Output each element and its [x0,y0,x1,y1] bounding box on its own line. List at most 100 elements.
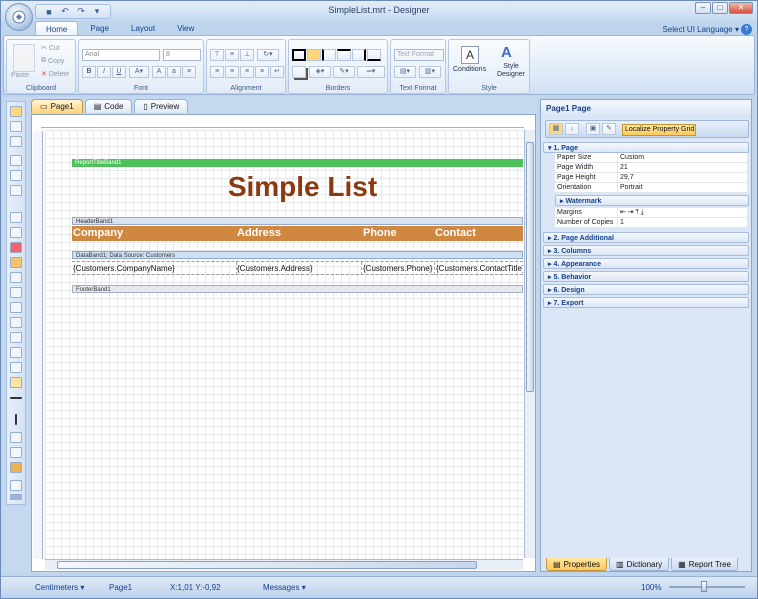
category-design[interactable]: ▸ 6. Design [543,284,749,295]
conditions-icon[interactable]: A [461,46,479,64]
shrink-font-button[interactable]: a [167,66,181,78]
image-tool-icon[interactable] [10,242,22,253]
horizontal-line-tool-icon[interactable] [10,397,22,399]
prop-page-height[interactable]: Page Height 29,7 [555,173,747,183]
clone-tool-icon[interactable] [10,362,22,373]
rotate-button[interactable]: ↻▾ [257,49,279,61]
shadow-button[interactable] [292,66,306,78]
subcategory-watermark[interactable]: ▸ Watermark [555,195,749,206]
zipcode-tool-icon[interactable] [10,317,22,328]
category-export[interactable]: ▸ 7. Export [543,297,749,308]
data-band[interactable]: DataBand1; Data Source: Customers [72,251,523,259]
rectangle-tool-icon[interactable] [10,432,22,443]
maximize-button[interactable]: □ [712,2,728,14]
horizontal-scroll-thumb[interactable] [57,561,477,569]
wizard-tool-icon[interactable] [10,480,22,491]
localize-property-grid-button[interactable]: Localize Property Grid [622,124,696,136]
top-border-button[interactable] [337,49,351,61]
bars-tool-icon[interactable] [10,462,22,473]
data-row[interactable]: {Customers.CompanyName} {Customers.Addre… [72,261,523,275]
prop-paper-size[interactable]: Paper Size Custom [555,153,747,163]
category-page[interactable]: ▾ 1. Page [543,142,749,153]
shape-tool-icon[interactable] [10,272,22,283]
rich-text-tool-icon[interactable] [10,227,22,238]
checkbox-tool-icon[interactable] [10,287,22,298]
underline-button[interactable]: U [112,66,126,78]
align-left-button[interactable]: ≡ [210,66,224,78]
prop-margins[interactable]: Margins ⇤ ⇥ ⤒ ⤓ [555,208,747,218]
report-title-band[interactable]: ReportTitleBand1 [72,159,523,167]
zoom-slider-thumb[interactable] [701,581,707,592]
undo-icon[interactable]: ↶ [58,6,72,18]
font-dialog-button[interactable]: ≡ [182,66,196,78]
delete-button[interactable]: ✕ Delete [41,70,69,79]
tab-code[interactable]: ▤ Code [84,99,133,113]
save-icon[interactable]: ■ [42,6,56,18]
help-icon[interactable]: ? [741,24,752,35]
style-designer-label[interactable]: Style Designer [495,63,527,79]
category-appearance[interactable]: ▸ 4. Appearance [543,258,749,269]
category-behavior[interactable]: ▸ 5. Behavior [543,271,749,282]
header-row[interactable]: Company Address Phone Contact [72,226,523,241]
left-border-button[interactable] [322,49,336,61]
band-tool-2-icon[interactable] [10,170,22,181]
units-selector[interactable]: Centimeters ▾ [35,583,84,592]
minimize-button[interactable]: – [695,2,711,14]
category-page-additional[interactable]: ▸ 2. Page Additional [543,232,749,243]
toolbox-expand-icon[interactable] [10,494,22,500]
header-company[interactable]: Company [73,226,123,241]
vertical-scroll-thumb[interactable] [526,142,534,392]
redo-icon[interactable]: ↷ [74,6,88,18]
footer-band[interactable]: FooterBand1 [72,285,523,293]
category-columns[interactable]: ▸ 3. Columns [543,245,749,256]
prop-page-width-value[interactable]: 21 [617,163,747,173]
subreport-tool-icon[interactable] [10,302,22,313]
text-format-button[interactable]: Text Format [394,49,444,61]
border-color-button[interactable]: ✎▾ [333,66,355,78]
text-format-option-2[interactable]: ▥▾ [419,66,441,78]
tab-properties[interactable]: ▤ Properties [546,558,608,571]
hand-tool-icon[interactable] [10,121,22,132]
header-contact[interactable]: Contact [435,226,476,241]
horizontal-scrollbar[interactable] [45,559,523,570]
property-pages-icon[interactable]: ▣ [586,123,600,135]
paste-icon[interactable] [13,44,35,72]
prop-number-of-copies[interactable]: Number of Copies 1 [555,218,747,228]
edit-icon[interactable]: ✎ [602,123,616,135]
align-top-button[interactable]: ⊤ [210,49,224,61]
field-company-name[interactable]: {Customers.CompanyName} [73,262,237,275]
ui-language-selector[interactable]: Select UI Language ▾ [662,25,739,34]
font-color-button[interactable]: A▾ [129,66,149,78]
align-middle-button[interactable]: ≡ [225,49,239,61]
select-tool-icon[interactable] [10,106,22,117]
prop-copies-value[interactable]: 1 [617,218,747,228]
border-style-button[interactable]: ═▾ [357,66,385,78]
customize-qat-icon[interactable]: ▾ [90,6,104,18]
cut-button[interactable]: ✂ Cut [41,44,60,53]
header-phone[interactable]: Phone [363,226,397,241]
prop-page-width[interactable]: Page Width 21 [555,163,747,173]
prop-margins-value[interactable]: ⇤ ⇥ ⤒ ⤓ [617,208,747,218]
sort-alpha-icon[interactable]: ↓ [565,123,579,135]
field-address[interactable]: {Customers.Address} [237,262,362,275]
font-family-combo[interactable]: Arial [82,49,160,61]
vertical-scrollbar[interactable] [524,130,535,558]
field-phone[interactable]: {Customers.Phone} [363,262,435,275]
band-tool-3-icon[interactable] [10,185,22,196]
style-designer-icon[interactable]: A [501,44,512,61]
no-border-button[interactable] [307,49,321,61]
zoom-slider-track[interactable] [669,586,745,588]
prop-orientation-value[interactable]: Portrait [617,183,747,193]
tab-page1[interactable]: ▭ Page1 [31,99,83,113]
vertical-line-tool-icon[interactable] [15,414,17,425]
pen-tool-icon[interactable] [10,136,22,147]
word-wrap-button[interactable]: ↵ [270,66,284,78]
prop-paper-size-value[interactable]: Custom [617,153,747,163]
right-border-button[interactable] [352,49,366,61]
bottom-border-button[interactable] [367,49,381,61]
messages-button[interactable]: Messages ▾ [263,583,306,592]
align-center-button[interactable]: ≡ [225,66,239,78]
band-tool-1-icon[interactable] [10,155,22,166]
chart-tool-icon[interactable] [10,377,22,388]
font-size-combo[interactable]: 8 [163,49,201,61]
